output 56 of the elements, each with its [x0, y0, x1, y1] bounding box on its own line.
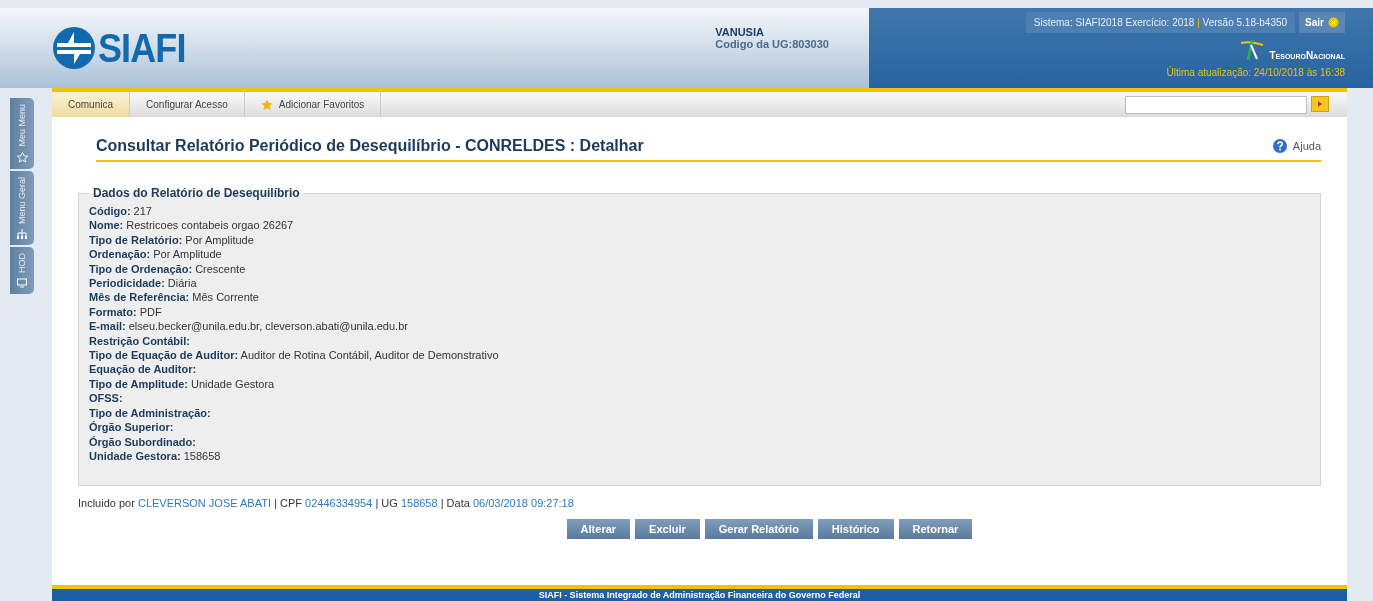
logo-text: SIAFI: [98, 25, 186, 71]
brand-name: TesouroNacional: [1269, 50, 1345, 61]
action-button[interactable]: Retornar: [898, 519, 973, 540]
tree-icon: [17, 228, 27, 239]
user-name: VANUSIA: [715, 26, 765, 38]
detail-field: Tipo de Administração:: [89, 405, 1310, 421]
footer-bar: SIAFI - Sistema Integrado de Administração Financeira do Governo Federal: [52, 585, 1347, 601]
action-button[interactable]: Histórico: [817, 519, 894, 540]
star-outline-icon: [16, 151, 28, 163]
go-button[interactable]: [1311, 96, 1329, 112]
help-link[interactable]: Ajuda: [1272, 139, 1321, 153]
panel-legend: Dados do Relatório de Desequilíbrio: [89, 186, 304, 200]
logo-emblem-icon: [52, 26, 96, 70]
menu-tab[interactable]: Adicionar Favoritos: [244, 92, 382, 117]
action-button[interactable]: Excluir: [635, 519, 700, 540]
brand-logo-icon: [1239, 39, 1266, 61]
star-icon: [260, 98, 273, 111]
monitor-icon: [17, 277, 27, 288]
detail-field: OFSS:: [89, 391, 1310, 406]
close-icon: [1328, 17, 1339, 28]
search-field[interactable]: [1125, 96, 1307, 114]
detail-field: Mês de Referência: Mês Corrente: [89, 290, 1310, 305]
side-tab[interactable]: HOD: [10, 246, 34, 294]
menu-tab[interactable]: Comunica: [52, 92, 131, 117]
logout-button[interactable]: Sair: [1299, 12, 1345, 33]
detail-field: Tipo de Amplitude: Unidade Gestora: [89, 376, 1310, 392]
action-button[interactable]: Gerar Relatório: [704, 519, 813, 540]
detail-field: Nome: Restricoes contabeis orgao 26267: [89, 218, 1310, 233]
last-update: Última atualização: 24/10/2018 às 16:38: [1166, 67, 1345, 78]
audit-link[interactable]: 02446334954: [305, 497, 373, 510]
help-icon: [1272, 139, 1287, 153]
detail-field: Equação de Auditor:: [89, 362, 1310, 377]
audit-link[interactable]: 158658: [400, 497, 438, 510]
detail-field: Órgão Subordinado:: [89, 434, 1310, 449]
detail-field: Periodicidade: Diária: [89, 276, 1310, 291]
play-icon: [1317, 101, 1323, 107]
audit-info: Incluido por CLEVERSON JOSE ABATI | CPF 02446334954 | UG 158658 | Data 06/03/2018 09:27:18: [78, 497, 575, 510]
detail-field: Código: 217: [89, 204, 1310, 219]
detail-field: Tipo de Ordenação: Crescente: [89, 261, 1310, 277]
ug-code: Codigo da UG:803030: [715, 38, 829, 50]
page-title: Consultar Relatório Periódico de Desequilíbrio - CONRELDES : Detalhar: [96, 137, 644, 155]
side-tab[interactable]: Menu Geral: [10, 170, 34, 245]
audit-link[interactable]: CLEVERSON JOSE ABATI: [137, 497, 271, 510]
detail-field: E-mail: elseu.becker@unila.edu.br, cleverson.abati@unila.edu.br: [89, 319, 1310, 334]
action-button[interactable]: Alterar: [566, 519, 631, 540]
system-info: Sistema: SIAFI2018 Exercício: 2018 | Versão 5.18-b4350: [1025, 12, 1296, 33]
detail-field: Tipo de Equação de Auditor: Auditor de Rotina Contábil, Auditor de Demonstrativo: [89, 348, 1310, 363]
detail-field: Unidade Gestora: 158658: [89, 448, 1310, 464]
audit-link[interactable]: 06/03/2018 09:27:18: [472, 497, 574, 510]
detail-field: Ordenação: Por Amplitude: [89, 247, 1310, 262]
detail-field: Formato: PDF: [89, 304, 1310, 320]
detail-field: Restrição Contábil:: [89, 333, 1310, 349]
detail-field: Órgão Superior:: [89, 420, 1310, 435]
detail-field: Tipo de Relatório: Por Amplitude: [89, 232, 1310, 248]
menu-tab[interactable]: Configurar Acesso: [130, 92, 245, 117]
side-tab[interactable]: Meu Menu: [10, 98, 34, 169]
